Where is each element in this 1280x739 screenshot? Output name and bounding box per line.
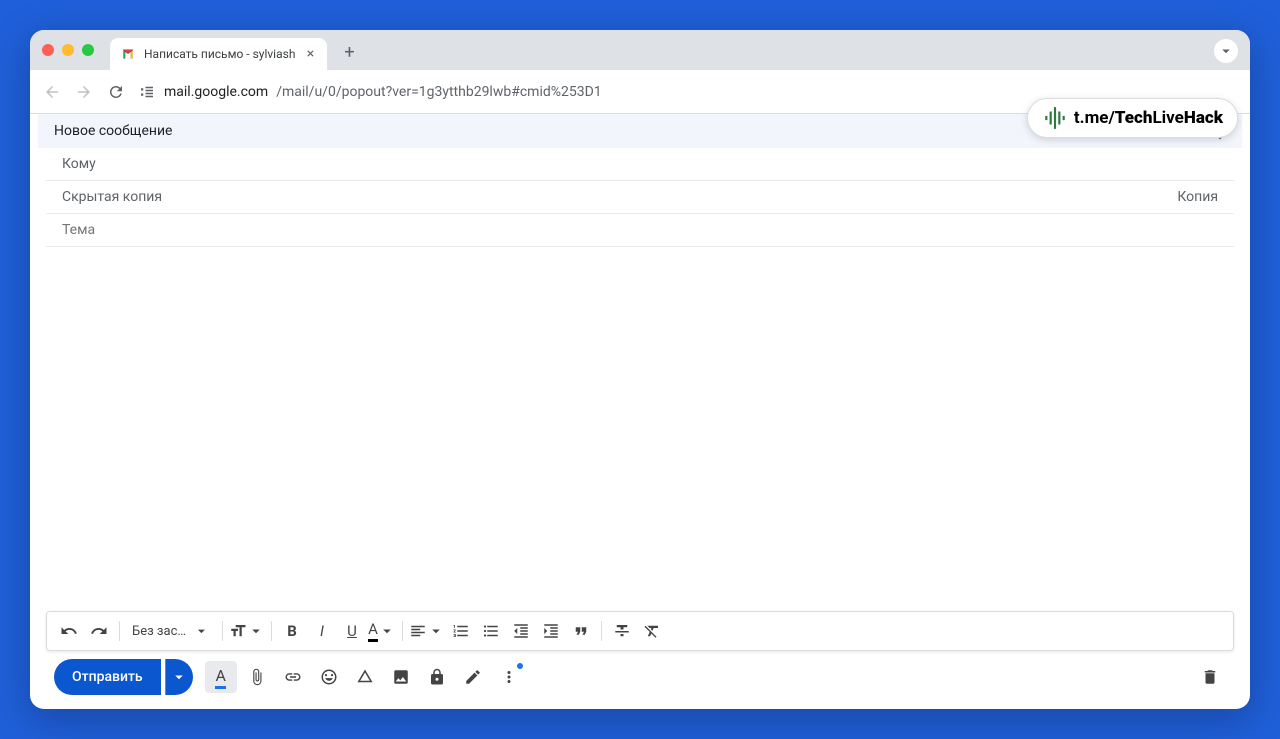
emoji-button[interactable] [313, 661, 345, 693]
discard-button[interactable] [1194, 661, 1226, 693]
gmail-icon [120, 46, 136, 62]
browser-window: Написать письмо - sylviash × + mail.goog… [30, 30, 1250, 709]
window-controls [42, 44, 94, 56]
subject-field[interactable] [46, 214, 1234, 247]
link-button[interactable] [277, 661, 309, 693]
confidential-button[interactable] [421, 661, 453, 693]
compose-window: Новое сообщение ⇲ Кому Скрытая копия Коп… [30, 114, 1250, 709]
close-window-button[interactable] [42, 44, 54, 56]
maximize-window-button[interactable] [82, 44, 94, 56]
tab-title: Написать письмо - sylviash [144, 47, 295, 61]
new-tab-button[interactable]: + [335, 38, 363, 66]
bcc-field[interactable]: Скрытая копия Копия [46, 181, 1234, 214]
to-field[interactable]: Кому [46, 148, 1234, 181]
bcc-label: Скрытая копия [62, 189, 162, 205]
send-options-button[interactable] [165, 659, 193, 695]
indent-more-button[interactable] [537, 617, 565, 645]
attach-button[interactable] [241, 661, 273, 693]
tab-overflow-button[interactable] [1214, 39, 1238, 63]
image-button[interactable] [385, 661, 417, 693]
compose-title: Новое сообщение [54, 123, 172, 139]
watermark-badge: t.me/TechLiveHack [1027, 98, 1238, 138]
tab-bar: Написать письмо - sylviash × + [30, 30, 1250, 70]
font-family-select[interactable]: Без засе… [126, 617, 216, 645]
watermark-icon [1042, 105, 1068, 131]
more-options-button[interactable] [493, 661, 525, 693]
font-size-button[interactable] [229, 617, 265, 645]
forward-button[interactable] [74, 82, 94, 102]
redo-button[interactable] [85, 617, 113, 645]
send-button[interactable]: Отправить [54, 659, 161, 695]
url-domain: mail.google.com [164, 84, 268, 100]
minimize-window-button[interactable] [62, 44, 74, 56]
reload-button[interactable] [106, 82, 126, 102]
compose-actions: Отправить A [38, 659, 1242, 699]
text-color-button[interactable]: A [368, 617, 396, 645]
subject-input[interactable] [62, 222, 1218, 238]
signature-button[interactable] [457, 661, 489, 693]
quote-button[interactable] [567, 617, 595, 645]
back-button[interactable] [42, 82, 62, 102]
browser-tab[interactable]: Написать письмо - sylviash × [110, 38, 327, 70]
strikethrough-button[interactable] [608, 617, 636, 645]
underline-button[interactable]: U [338, 617, 366, 645]
italic-button[interactable]: I [308, 617, 336, 645]
to-label: Кому [62, 156, 96, 172]
bold-button[interactable]: B [278, 617, 306, 645]
undo-button[interactable] [55, 617, 83, 645]
drive-button[interactable] [349, 661, 381, 693]
cc-link[interactable]: Копия [1177, 189, 1218, 205]
format-toolbar: Без засе… B I U A [46, 611, 1234, 651]
site-settings-icon [138, 83, 156, 101]
compose-body[interactable] [38, 247, 1242, 611]
indent-less-button[interactable] [507, 617, 535, 645]
close-tab-button[interactable]: × [303, 47, 317, 61]
clear-formatting-button[interactable] [638, 617, 666, 645]
url-path: /mail/u/0/popout?ver=1g3ytthb29lwb#cmid%… [276, 84, 601, 100]
numbered-list-button[interactable] [447, 617, 475, 645]
formatting-toggle-button[interactable]: A [205, 661, 237, 693]
bullet-list-button[interactable] [477, 617, 505, 645]
align-button[interactable] [409, 617, 445, 645]
notification-dot [517, 663, 523, 669]
